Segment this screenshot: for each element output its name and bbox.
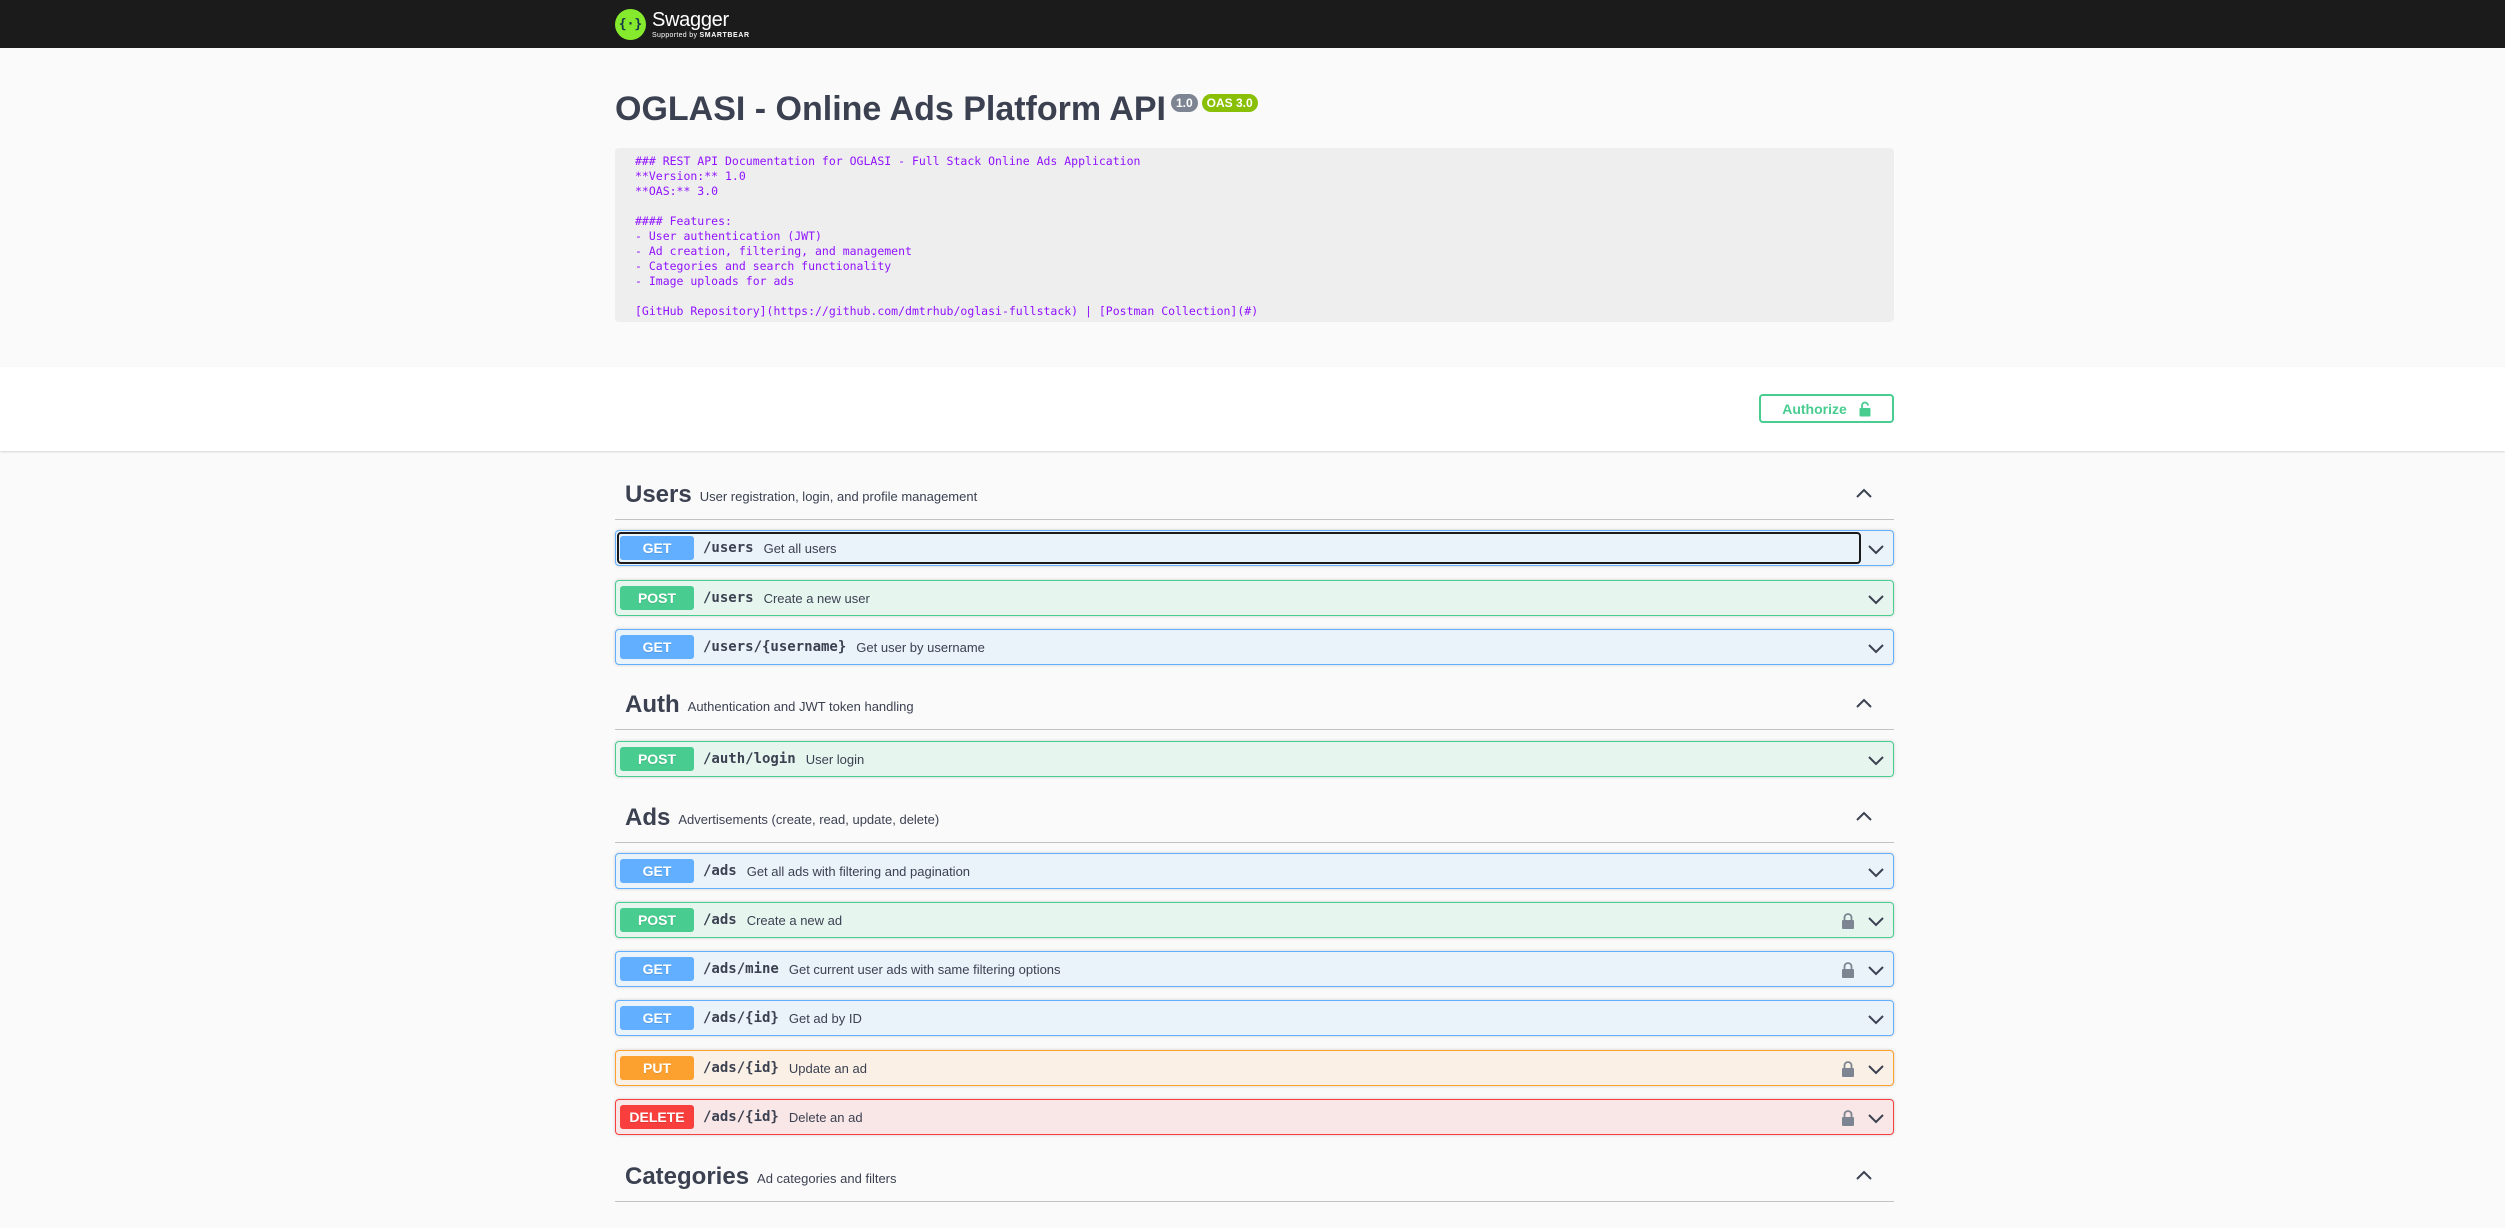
chevron-up-icon[interactable] xyxy=(1854,1166,1874,1186)
chevron-down-icon[interactable] xyxy=(1867,1110,1885,1126)
op-path: /users xyxy=(703,590,754,606)
tag-description: Authentication and JWT token handling xyxy=(687,699,914,714)
method-badge: POST xyxy=(620,747,694,771)
method-badge: GET xyxy=(620,536,694,560)
chevron-down-icon[interactable] xyxy=(1867,913,1885,929)
top-bar: {·} Swagger Supported by SMARTBEAR xyxy=(0,0,2505,48)
brand-sub-company: SMARTBEAR xyxy=(699,31,750,39)
operation-delete-ad[interactable]: DELETE /ads/{id} Delete an ad xyxy=(615,1099,1894,1135)
method-badge: GET xyxy=(620,859,694,883)
op-path: /ads/mine xyxy=(703,961,779,977)
api-description: ### REST API Documentation for OGLASI - … xyxy=(615,148,1894,322)
op-summary: Update an ad xyxy=(788,1060,867,1076)
operation-get-users[interactable]: GET /users Get all users xyxy=(615,530,1894,566)
tag-section-auth[interactable]: Auth Authentication and JWT token handli… xyxy=(615,680,1894,730)
tag-name: Auth xyxy=(625,690,680,718)
unlocked-icon xyxy=(1859,401,1871,416)
tag-section-categories[interactable]: Categories Ad categories and filters xyxy=(615,1152,1894,1202)
operation-post-ads[interactable]: POST /ads Create a new ad xyxy=(615,902,1894,938)
op-summary: User login xyxy=(805,751,865,767)
tag-section-ads[interactable]: Ads Advertisements (create, read, update… xyxy=(615,793,1894,843)
brand-sub: Supported by SMARTBEAR xyxy=(652,32,750,39)
chevron-up-icon[interactable] xyxy=(1854,694,1874,714)
chevron-down-icon[interactable] xyxy=(1867,640,1885,656)
op-path: /users xyxy=(703,540,754,556)
tag-name: Categories xyxy=(625,1162,750,1190)
operation-post-auth-login[interactable]: POST /auth/login User login xyxy=(615,741,1894,777)
method-badge: DELETE xyxy=(620,1105,694,1129)
authorize-button[interactable]: Authorize xyxy=(1759,394,1894,423)
op-summary: Get all ads with filtering and paginatio… xyxy=(746,863,971,879)
op-path: /ads/{id} xyxy=(703,1010,779,1026)
op-path: /ads xyxy=(703,863,737,879)
oas-badge: OAS 3.0 xyxy=(1201,94,1258,112)
op-path: /auth/login xyxy=(703,751,796,767)
swagger-logo-link[interactable]: {·} Swagger Supported by SMARTBEAR xyxy=(615,4,750,44)
op-path: /ads xyxy=(703,912,737,928)
tag-name: Users xyxy=(625,480,692,508)
tag-section-users[interactable]: Users User registration, login, and prof… xyxy=(615,470,1894,520)
operation-put-ad[interactable]: PUT /ads/{id} Update an ad xyxy=(615,1050,1894,1086)
operation-get-ads[interactable]: GET /ads Get all ads with filtering and … xyxy=(615,853,1894,889)
lock-icon[interactable] xyxy=(1841,961,1855,979)
op-path: /ads/{id} xyxy=(703,1060,779,1076)
operation-get-ad-by-id[interactable]: GET /ads/{id} Get ad by ID xyxy=(615,1000,1894,1036)
op-summary: Create a new ad xyxy=(746,912,843,928)
op-path: /ads/{id} xyxy=(703,1109,779,1125)
chevron-down-icon[interactable] xyxy=(1867,962,1885,978)
method-badge: GET xyxy=(620,1006,694,1030)
chevron-up-icon[interactable] xyxy=(1854,484,1874,504)
chevron-down-icon[interactable] xyxy=(1867,591,1885,607)
tag-name: Ads xyxy=(625,803,671,831)
chevron-down-icon[interactable] xyxy=(1867,864,1885,880)
api-info: OGLASI - Online Ads Platform API 1.0 OAS… xyxy=(0,48,2505,367)
op-summary: Delete an ad xyxy=(788,1109,863,1125)
method-badge: GET xyxy=(620,957,694,981)
operation-get-ads-mine[interactable]: GET /ads/mine Get current user ads with … xyxy=(615,951,1894,987)
op-summary: Get user by username xyxy=(856,639,985,655)
tag-description: Ad categories and filters xyxy=(757,1171,897,1186)
api-description-text: ### REST API Documentation for OGLASI - … xyxy=(635,154,1259,318)
chevron-down-icon[interactable] xyxy=(1867,1011,1885,1027)
swagger-logo-icon: {·} xyxy=(615,8,646,40)
method-badge: POST xyxy=(620,908,694,932)
scheme-container: Authorize xyxy=(0,367,2505,451)
op-summary: Get ad by ID xyxy=(788,1010,862,1026)
chevron-down-icon[interactable] xyxy=(1867,752,1885,768)
chevron-down-icon[interactable] xyxy=(1867,1061,1885,1077)
chevron-down-icon[interactable] xyxy=(1867,541,1885,557)
method-badge: POST xyxy=(620,586,694,610)
lock-icon[interactable] xyxy=(1841,1109,1855,1127)
method-badge: GET xyxy=(620,635,694,659)
tag-description: User registration, login, and profile ma… xyxy=(699,489,978,504)
authorize-label: Authorize xyxy=(1782,400,1847,417)
brand-sub-prefix: Supported by xyxy=(652,31,700,39)
method-badge: PUT xyxy=(620,1056,694,1080)
op-summary: Get current user ads with same filtering… xyxy=(788,961,1061,977)
lock-icon[interactable] xyxy=(1841,1060,1855,1078)
version-badge: 1.0 xyxy=(1170,94,1198,112)
chevron-up-icon[interactable] xyxy=(1854,807,1874,827)
operation-post-users[interactable]: POST /users Create a new user xyxy=(615,580,1894,616)
title-row: OGLASI - Online Ads Platform API 1.0 OAS… xyxy=(615,90,1258,129)
brand-name: Swagger xyxy=(652,8,729,31)
brand-text: Swagger Supported by SMARTBEAR xyxy=(652,10,750,39)
op-summary: Get all users xyxy=(763,540,837,556)
tag-description: Advertisements (create, read, update, de… xyxy=(678,812,940,827)
page-title: OGLASI - Online Ads Platform API xyxy=(615,90,1166,128)
lock-icon[interactable] xyxy=(1841,912,1855,930)
op-summary: Create a new user xyxy=(763,590,870,606)
op-path: /users/{username} xyxy=(703,639,847,655)
operation-get-user-by-username[interactable]: GET /users/{username} Get user by userna… xyxy=(615,629,1894,665)
